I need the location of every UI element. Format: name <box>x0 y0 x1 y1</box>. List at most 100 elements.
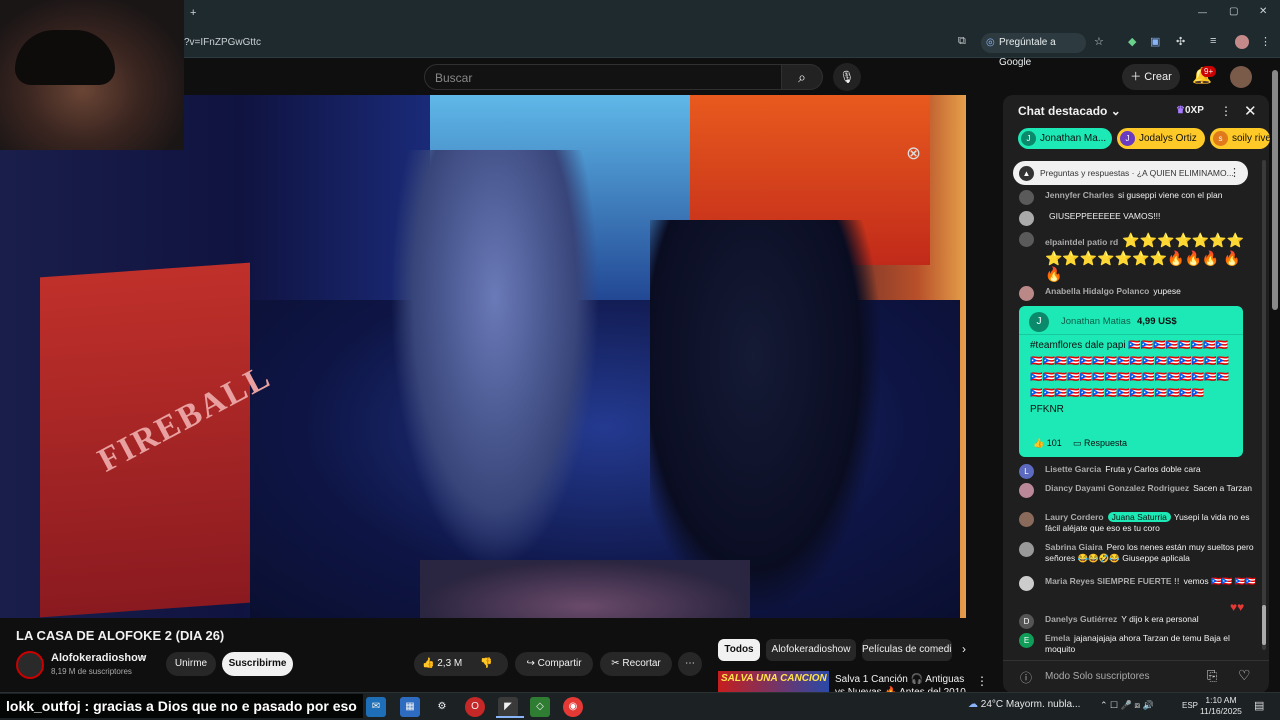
close-window-button[interactable]: ✕ <box>1259 6 1267 17</box>
verified-badge-icon: ✔ <box>139 653 147 663</box>
chat-text: si guseppi viene con el plan <box>1117 190 1223 200</box>
chat-message[interactable]: E Emela jajanajajaja ahora Tarzan de temu… <box>1019 633 1257 655</box>
window-app-icon[interactable]: ▦ <box>400 697 420 717</box>
pinned-channel-icon: ▲ <box>1019 166 1034 181</box>
scissors-icon: ✂ <box>611 658 623 669</box>
chat-message[interactable]: GIUSEPPEEEEEE VAMOS!!! <box>1019 211 1257 226</box>
media-control-icon[interactable]: ≡ <box>1210 35 1216 47</box>
tray-icons[interactable]: ⌃ ☐ 🎤 ⧈ 🔊 <box>1100 700 1154 711</box>
pinned-poll-banner[interactable]: Preguntas y respuestas · ¿A QUIEN ELIMIN… <box>1013 161 1248 185</box>
account-avatar[interactable] <box>1230 66 1252 88</box>
donor-ticker-item[interactable]: s soily rivera <box>1210 128 1270 149</box>
chip-all[interactable]: Todos <box>718 639 760 661</box>
share-button[interactable]: ↪ Compartir <box>515 652 593 676</box>
chat-message[interactable]: Maria Reyes SIEMPRE FUERTE !! vemos 🇵🇷🇵🇷 … <box>1019 576 1257 591</box>
xp-badge[interactable]: ♛0XP <box>1176 105 1204 116</box>
mic-icon: 🎙 <box>839 70 855 84</box>
channel-name[interactable]: Alofokeradioshow <box>51 652 146 664</box>
bookmark-star-icon[interactable]: ☆ <box>1094 35 1104 48</box>
chat-text: Fruta y Carlos doble cara <box>1105 464 1201 474</box>
chat-message[interactable]: elpaintdel patio rd ⭐⭐⭐⭐⭐⭐⭐ ⭐⭐⭐⭐⭐⭐⭐🔥🔥🔥 🔥🔥 <box>1019 232 1257 282</box>
chat-text: yupese <box>1153 286 1181 296</box>
page-scrollbar[interactable] <box>1272 70 1278 310</box>
chat-message[interactable]: Laury Cordero Juana Saturria Yusepi la vid… <box>1019 512 1257 534</box>
chat-text: Y dijo k era personal <box>1121 614 1199 624</box>
chrome-browser-icon[interactable]: ◉ <box>563 697 583 717</box>
cloud-icon: ☁ <box>968 699 981 710</box>
channel-avatar[interactable] <box>16 651 44 679</box>
more-actions-icon[interactable]: ⋯ <box>678 652 702 676</box>
chat-avatar <box>1019 190 1034 205</box>
weather-widget[interactable]: ☁ 24°C Mayorm. nubla... <box>968 699 1080 710</box>
cast-icon[interactable]: ⧉ <box>958 35 966 48</box>
language-indicator[interactable]: ESP <box>1182 701 1198 710</box>
chip-comedy-movies[interactable]: Películas de comedia <box>862 639 952 661</box>
browser-menu-icon[interactable]: ⋮ <box>1260 35 1271 48</box>
active-app-indicator <box>496 716 524 718</box>
search-button[interactable]: ⌕ <box>782 64 823 90</box>
thumbs-down-icon[interactable]: 👎 <box>480 652 492 676</box>
extensions-puzzle-icon[interactable]: ✣ <box>1176 35 1185 48</box>
system-clock[interactable]: 1:10 AM 11/16/2025 <box>1200 695 1242 717</box>
donor-ticker-item[interactable]: J Jonathan Ma... <box>1018 128 1112 149</box>
chat-message[interactable]: D Danelys Gutiérrez Y dijo k era personal <box>1019 614 1257 629</box>
profile-avatar[interactable] <box>1235 35 1249 49</box>
chat-input-divider <box>1003 660 1269 661</box>
superchat-reply-button[interactable]: ▭ Respuesta <box>1073 438 1127 449</box>
super-chat-icon[interactable]: ⎘ <box>1207 668 1217 684</box>
create-button[interactable]: ＋ Crear <box>1122 64 1180 90</box>
opera-browser-icon[interactable]: O <box>465 697 485 717</box>
chat-scrollbar-thumb[interactable] <box>1262 605 1266 645</box>
chat-text: jajanajajaja ahora Tarzan de temu Baja e… <box>1045 633 1230 654</box>
recommendation-menu-icon[interactable]: ⋮ <box>976 674 988 688</box>
new-tab-button[interactable]: + <box>190 7 196 19</box>
translate-icon[interactable]: ▣ <box>1150 35 1160 48</box>
notification-badge: 9+ <box>1201 66 1217 77</box>
chat-title: Chat destacado <box>1018 104 1108 118</box>
create-label: Crear <box>1144 71 1172 83</box>
subscribe-button[interactable]: Suscribirme <box>222 652 293 676</box>
heart-reaction-icon: ♥♥ <box>1230 600 1245 614</box>
extension-icon[interactable]: ◆ <box>1128 35 1136 48</box>
chat-message[interactable]: L Lisette Garcia Fruta y Carlos doble car… <box>1019 464 1257 479</box>
search-input[interactable]: Buscar <box>424 64 782 90</box>
capcut-app-icon[interactable]: ◤ <box>498 697 518 717</box>
chip-channel[interactable]: Alofokeradioshow <box>766 639 856 661</box>
chat-author: Emela <box>1045 633 1071 643</box>
url-text[interactable]: ?v=IFnZPGwGttc <box>184 37 261 48</box>
join-button[interactable]: Unirme <box>166 652 216 676</box>
bluestacks-app-icon[interactable]: ◇ <box>530 697 550 717</box>
minimize-button[interactable]: — <box>1198 7 1207 17</box>
chat-scrollbar[interactable] <box>1262 160 1266 650</box>
notification-center-icon[interactable]: ▤ <box>1254 699 1264 712</box>
video-scene-person-right <box>650 220 880 610</box>
chat-message[interactable]: Jennyfer Charles si guseppi viene con el … <box>1019 190 1257 205</box>
webcam-person <box>15 30 115 85</box>
weather-text: 24°C Mayorm. nubla... <box>980 699 1081 710</box>
mail-app-icon[interactable]: ✉ <box>366 697 386 717</box>
voice-search-button[interactable]: 🎙 <box>833 63 861 91</box>
maximize-button[interactable]: ▢ <box>1229 6 1238 17</box>
superchat-message: #teamflores dale papi 🇵🇷🇵🇷🇵🇷🇵🇷🇵🇷🇵🇷🇵🇷🇵🇷🇵🇷… <box>1030 340 1230 415</box>
ask-google-label: Pregúntale a Google <box>999 37 1056 68</box>
chat-mode-selector[interactable]: Chat destacado ⌄ <box>1018 104 1121 118</box>
chat-message[interactable]: Sabrina Giaira Pero los nenes están muy s… <box>1019 542 1257 564</box>
close-chat-icon[interactable]: ✕ <box>1244 102 1257 120</box>
chat-author: Diancy Dayami Gonzalez Rodriguez <box>1045 483 1190 493</box>
chat-author: Danelys Gutiérrez <box>1045 614 1118 624</box>
chevron-down-icon: ⌄ <box>1107 104 1121 118</box>
donor-ticker-item[interactable]: J Jodalys Ortiz <box>1117 128 1205 149</box>
settings-gear-icon[interactable]: ⚙ <box>432 697 452 717</box>
ask-google-button[interactable]: ◎ Pregúntale a Google <box>981 33 1086 68</box>
chat-message[interactable]: Anabella Hidalgo Polanco yupese <box>1019 286 1257 301</box>
crown-icon: ♛ <box>1176 105 1185 116</box>
pinned-menu-icon[interactable]: ⋮ <box>1229 166 1240 179</box>
heart-icon[interactable]: ♡ <box>1238 667 1251 684</box>
superchat-like-button[interactable]: 👍 101 <box>1033 438 1062 449</box>
like-button[interactable]: 👍 2,3 M 👎 <box>414 652 508 676</box>
clip-button[interactable]: ✂ Recortar <box>600 652 672 676</box>
chat-message[interactable]: Diancy Dayami Gonzalez Rodriguez Sacen a … <box>1019 483 1257 498</box>
chat-menu-icon[interactable]: ⋮ <box>1220 104 1232 118</box>
chevron-right-icon[interactable]: › <box>962 642 966 656</box>
chat-avatar <box>1019 211 1034 226</box>
